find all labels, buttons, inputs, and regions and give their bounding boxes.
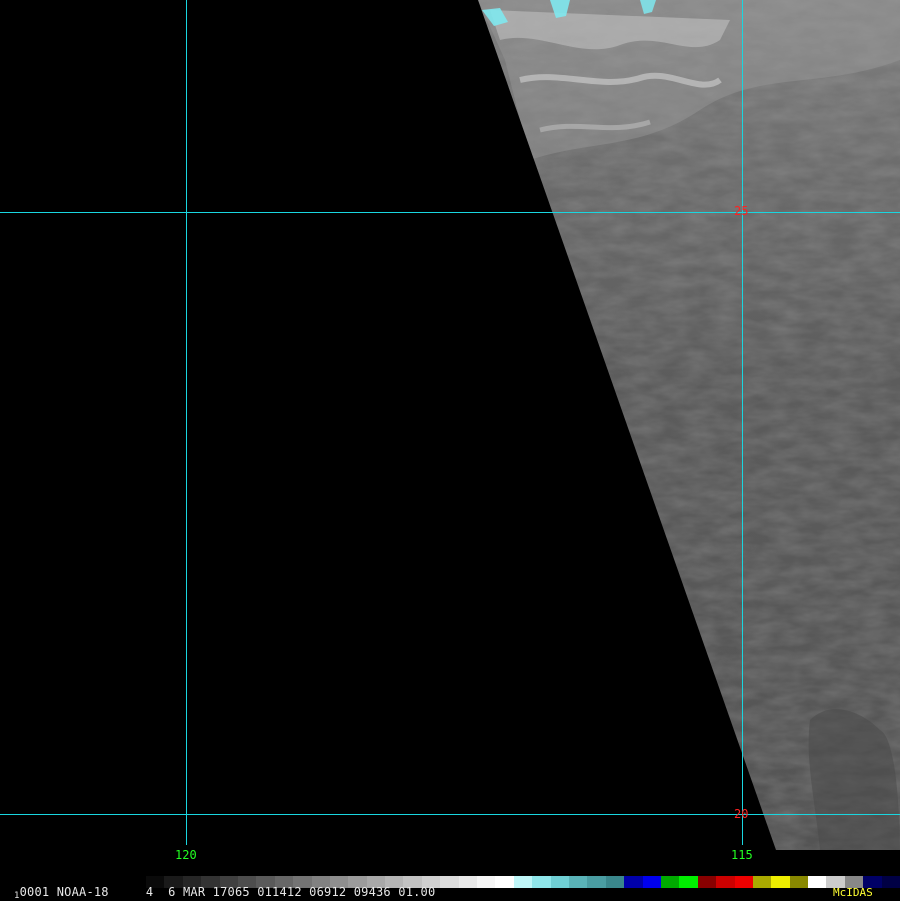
color-bar-segment: [660, 876, 680, 888]
color-bar-segment: [881, 876, 900, 888]
color-bar-segment: [550, 876, 569, 888]
color-bar-segment: [771, 876, 790, 888]
color-bar-segment: [568, 876, 588, 888]
color-bar-segment: [752, 876, 772, 888]
color-bar-segment: [477, 876, 496, 888]
color-bar-segment: [624, 876, 643, 888]
color-bar-segment: [587, 876, 606, 888]
image-info-text: 10001 NOAA-18 4 6 MAR 17065 011412 06912…: [14, 885, 436, 901]
satellite-image-viewport: 120 115 25 20 10001 NOAA-18 4 6 MAR 1706…: [0, 0, 900, 901]
color-bar-segment: [789, 876, 809, 888]
color-bar-segment: [532, 876, 551, 888]
color-bar-segment: [808, 876, 827, 888]
color-bar-segment: [697, 876, 717, 888]
satellite-image: [0, 0, 900, 878]
color-bar-segment: [734, 876, 753, 888]
color-bar-segment: [642, 876, 661, 888]
color-bar-segment: [716, 876, 735, 888]
color-bar-segment: [605, 876, 625, 888]
color-bar-segment: [513, 876, 533, 888]
longitude-label-120: 120: [175, 848, 197, 862]
color-bar-segment: [679, 876, 698, 888]
color-bar-segment: [495, 876, 514, 888]
color-bar-segment: [440, 876, 459, 888]
latitude-label-20: 20: [734, 807, 749, 821]
status-line: 0001 NOAA-18 4 6 MAR 17065 011412 06912 …: [19, 885, 436, 899]
color-bar-segment: [458, 876, 478, 888]
software-label: McIDAS: [833, 886, 873, 899]
longitude-label-115: 115: [731, 848, 753, 862]
latitude-label-25: 25: [734, 204, 749, 218]
